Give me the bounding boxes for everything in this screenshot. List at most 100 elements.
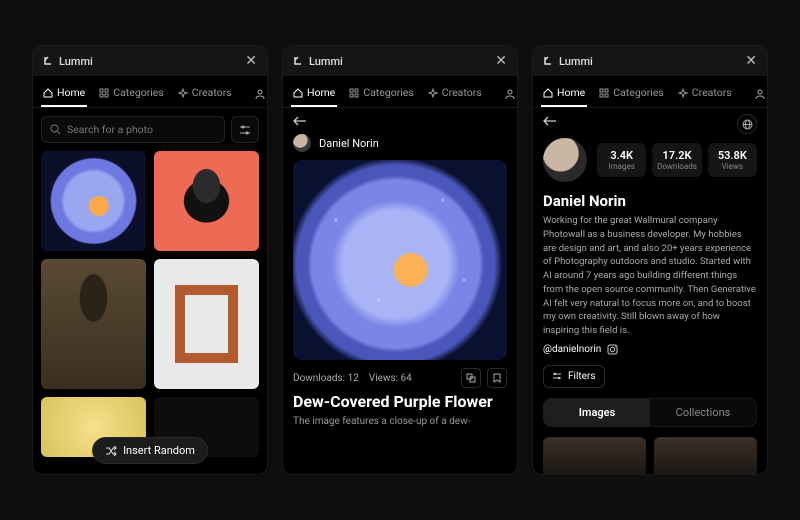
bookmark-button[interactable] (487, 368, 507, 388)
thumb-chair[interactable] (154, 259, 259, 389)
sparkle-icon (178, 88, 188, 98)
tabs: Home Categories Creators (33, 76, 267, 108)
titlebar: Lummi ✕ (33, 46, 267, 76)
grid-icon (349, 88, 359, 98)
stat-views: 53.8K Views (708, 143, 757, 177)
search-input[interactable]: Search for a photo (41, 116, 225, 143)
copy-button[interactable] (461, 368, 481, 388)
insert-random-button[interactable]: Insert Random (92, 437, 208, 464)
image-grid (33, 151, 267, 465)
avatar (293, 134, 311, 152)
stats-row: Downloads: 12 Views: 64 (283, 360, 517, 392)
tab-categories[interactable]: Categories (597, 80, 666, 107)
tab-home[interactable]: Home (541, 80, 587, 107)
titlebar: Lummi ✕ (533, 46, 767, 76)
tab-home-label: Home (307, 86, 335, 99)
brand-icon (43, 56, 53, 66)
stat-cards: 3.4K Images 17.2K Downloads 53.8K Views (597, 143, 757, 177)
tab-creators-label: Creators (442, 86, 482, 99)
brand-name: Lummi (59, 55, 93, 68)
sparkle-icon (678, 88, 688, 98)
stat-lbl: Views (712, 162, 753, 171)
thumb[interactable] (543, 437, 646, 474)
back-button[interactable] (533, 108, 767, 130)
arrow-left-icon (293, 116, 307, 126)
profile-bio: Working for the great Wallmural company … (533, 214, 767, 338)
stat-lbl: Images (601, 162, 642, 171)
downloads-stat: Downloads: 12 (293, 373, 359, 384)
thumb-portrait[interactable] (154, 151, 259, 251)
thumb-flower[interactable] (41, 151, 146, 251)
sparkle-icon (428, 88, 438, 98)
close-icon[interactable]: ✕ (745, 54, 757, 68)
views-stat: Views: 64 (369, 373, 412, 384)
tab-creators[interactable]: Creators (176, 80, 234, 107)
stat-num: 53.8K (712, 149, 753, 162)
segment-control[interactable]: Images Collections (543, 398, 757, 427)
stat-lbl: Downloads (656, 162, 697, 171)
detail-title: Dew-Covered Purple Flower (283, 392, 517, 411)
segment-collections[interactable]: Collections (650, 399, 756, 426)
tab-home[interactable]: Home (291, 80, 337, 107)
segment-images[interactable]: Images (544, 399, 650, 426)
tab-categories-label: Categories (363, 86, 414, 99)
bookmark-icon (492, 373, 502, 383)
arrow-left-icon (543, 116, 557, 126)
copy-icon (466, 373, 476, 383)
titlebar: Lummi ✕ (283, 46, 517, 76)
instagram-icon[interactable] (607, 344, 618, 355)
detail-image[interactable] (293, 160, 507, 360)
thumb[interactable] (654, 437, 757, 474)
author-row[interactable]: Daniel Norin (283, 130, 517, 160)
stat-downloads: 17.2K Downloads (652, 143, 701, 177)
thumb-coat[interactable] (41, 259, 146, 389)
avatar (543, 138, 587, 182)
tabs: Home Categories Creators (283, 76, 517, 108)
brand-name: Lummi (559, 55, 593, 68)
filters-label: Filters (568, 371, 596, 382)
tab-home-label: Home (557, 86, 585, 99)
back-button[interactable] (283, 108, 517, 130)
search-placeholder: Search for a photo (67, 123, 153, 136)
tab-creators[interactable]: Creators (676, 80, 734, 107)
globe-icon (742, 119, 753, 130)
tab-categories[interactable]: Categories (97, 80, 166, 107)
brand-icon (543, 56, 553, 66)
sliders-icon (239, 124, 251, 136)
panel-detail: Lummi ✕ Home Categories Creators Daniel … (282, 45, 518, 475)
close-icon[interactable]: ✕ (245, 54, 257, 68)
author-name: Daniel Norin (319, 137, 379, 150)
brand-icon (293, 56, 303, 66)
profile-name: Daniel Norin (533, 190, 767, 214)
tab-categories-label: Categories (613, 86, 664, 99)
profile-grid (533, 433, 767, 474)
handle-row: @danielnorin (533, 338, 767, 361)
tab-creators[interactable]: Creators (426, 80, 484, 107)
tab-creators-label: Creators (192, 86, 232, 99)
stat-num: 17.2K (656, 149, 697, 162)
panel-profile: Lummi ✕ Home Categories Creators (532, 45, 768, 475)
tabs: Home Categories Creators (533, 76, 767, 108)
filter-button[interactable] (231, 116, 259, 143)
user-icon[interactable] (254, 88, 266, 100)
profile-handle[interactable]: @danielnorin (543, 344, 601, 355)
grid-icon (599, 88, 609, 98)
detail-description: The image features a close-up of a dew- (283, 411, 517, 433)
grid-icon (99, 88, 109, 98)
close-icon[interactable]: ✕ (495, 54, 507, 68)
tab-creators-label: Creators (692, 86, 732, 99)
tab-home[interactable]: Home (41, 80, 87, 107)
panel-home: Lummi ✕ Home Categories Creators Search … (32, 45, 268, 475)
search-icon (50, 124, 61, 135)
tab-categories[interactable]: Categories (347, 80, 416, 107)
brand-name: Lummi (309, 55, 343, 68)
shuffle-icon (105, 445, 117, 457)
tab-categories-label: Categories (113, 86, 164, 99)
home-icon (293, 88, 303, 98)
insert-random-label: Insert Random (123, 444, 195, 457)
filters-button[interactable]: Filters (543, 365, 605, 388)
user-icon[interactable] (504, 88, 516, 100)
stat-images: 3.4K Images (597, 143, 646, 177)
user-icon[interactable] (754, 88, 766, 100)
tab-home-label: Home (57, 86, 85, 99)
